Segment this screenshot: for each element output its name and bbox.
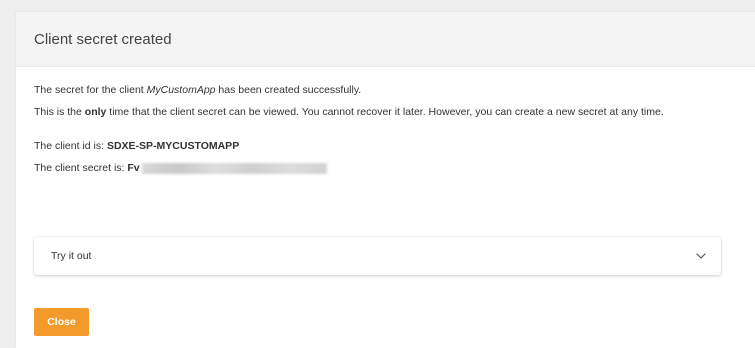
client-secret-label: The client secret is: [34, 162, 128, 174]
dialog-body: The secret for the client MyCustomApp ha… [16, 67, 755, 176]
client-id-line: The client id is: SDXE-SP-MYCUSTOMAPP [34, 139, 737, 154]
warning-prefix: This is the [34, 106, 85, 118]
client-secret-dialog: Client secret created The secret for the… [16, 12, 755, 348]
client-secret-line: The client secret is: Fv [34, 161, 737, 176]
warning-suffix: time that the client secret can be viewe… [106, 106, 664, 118]
dialog-title: Client secret created [34, 30, 172, 48]
success-message: The secret for the client MyCustomApp ha… [34, 83, 737, 98]
try-it-out-accordion[interactable]: Try it out [34, 237, 721, 275]
client-secret-value[interactable]: Fv [127, 162, 139, 174]
success-prefix: The secret for the client [34, 84, 147, 96]
dialog-header: Client secret created [16, 12, 755, 67]
client-id-value: SDXE-SP-MYCUSTOMAPP [106, 140, 240, 152]
client-name: MyCustomApp [146, 84, 216, 96]
client-secret-redacted [141, 162, 327, 174]
warning-emphasis: only [84, 106, 107, 118]
warning-message: This is the only time that the client se… [34, 105, 737, 120]
close-button[interactable]: Close [34, 308, 89, 336]
accordion-label: Try it out [51, 250, 92, 262]
success-suffix: has been created successfully. [215, 84, 362, 96]
chevron-down-icon[interactable] [695, 250, 707, 262]
client-id-label: The client id is: [34, 140, 107, 152]
